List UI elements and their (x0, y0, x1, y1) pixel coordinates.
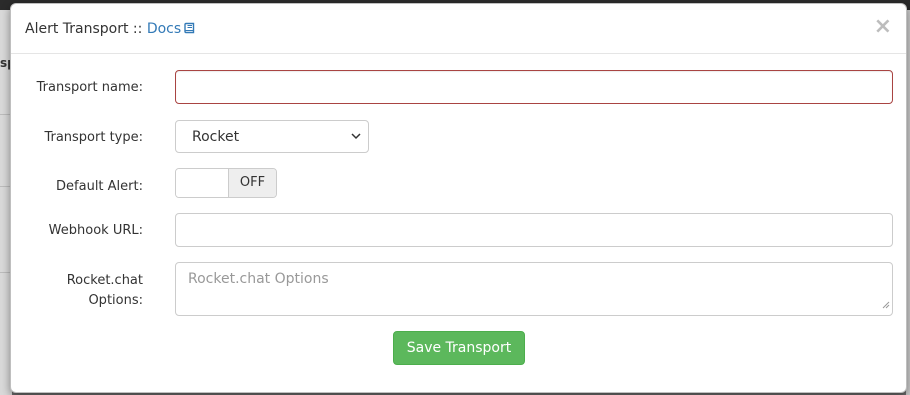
save-transport-button[interactable]: Save Transport (393, 331, 525, 365)
transport-type-select[interactable]: Rocket (175, 120, 369, 153)
rocket-options-label-line2: Options: (88, 293, 143, 308)
webhook-url-label: Webhook URL: (48, 223, 143, 238)
default-alert-toggle[interactable]: OFF (175, 168, 277, 198)
toggle-handle (176, 169, 228, 197)
transport-type-label: Transport type: (44, 130, 143, 145)
rocket-options-textarea[interactable]: Rocket.chat Options (175, 262, 893, 316)
default-alert-label: Default Alert: (56, 179, 143, 194)
rocket-options-label-line1: Rocket.chat (66, 273, 143, 288)
modal-header: Alert Transport :: Docs × (11, 4, 906, 54)
docs-link[interactable]: Docs (147, 21, 196, 37)
docs-link-label: Docs (146, 21, 182, 37)
transport-name-label: Transport name: (36, 80, 143, 95)
transport-name-input[interactable] (175, 70, 893, 104)
rocket-options-label: Rocket.chat Options: (23, 271, 143, 311)
modal-title-text: Alert Transport (25, 21, 129, 37)
alert-transport-modal: Alert Transport :: Docs × Transport name… (10, 3, 907, 393)
transport-type-value: Rocket (192, 129, 240, 145)
rocket-options-placeholder: Rocket.chat Options (188, 271, 329, 287)
webhook-url-input[interactable] (175, 213, 893, 247)
book-icon (184, 22, 196, 38)
close-icon[interactable]: × (874, 16, 892, 38)
title-separator: :: (128, 21, 147, 37)
chevron-down-icon (350, 130, 362, 146)
toggle-off-label: OFF (228, 169, 276, 197)
modal-title: Alert Transport :: Docs (25, 21, 196, 38)
resize-grip-icon[interactable] (882, 297, 890, 313)
